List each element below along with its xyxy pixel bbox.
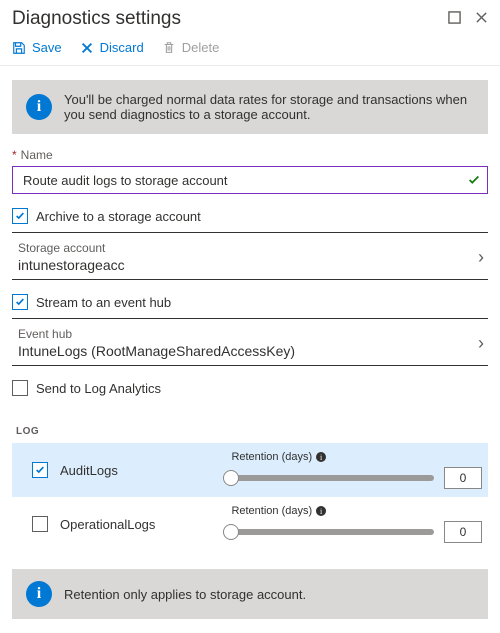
archive-storage-label: Archive to a storage account: [36, 209, 201, 224]
discard-label: Discard: [100, 40, 144, 55]
retention-label: Retention (days) i: [231, 505, 482, 517]
title-bar: Diagnostics settings: [0, 0, 500, 34]
stream-eventhub-label: Stream to an event hub: [36, 295, 171, 310]
send-loganalytics-label: Send to Log Analytics: [36, 381, 161, 396]
stream-eventhub-row: Stream to an event hub: [12, 294, 488, 310]
diagnostics-settings-blade: Diagnostics settings Save Discard Delete…: [0, 0, 500, 619]
delete-icon: [162, 41, 176, 55]
info-icon: i: [26, 94, 52, 120]
retention-slider-operationallogs[interactable]: [231, 529, 434, 535]
eventhub-value: IntuneLogs (RootManageSharedAccessKey): [18, 343, 295, 359]
stream-eventhub-checkbox[interactable]: [12, 294, 28, 310]
name-label: *Name: [12, 148, 488, 162]
log-operationallogs-name: OperationalLogs: [60, 517, 155, 532]
send-loganalytics-row: Send to Log Analytics: [12, 380, 488, 396]
discard-button[interactable]: Discard: [80, 40, 144, 55]
slider-thumb[interactable]: [223, 470, 239, 486]
storage-account-picker[interactable]: Storage account intunestorageacc ›: [12, 233, 488, 280]
archive-storage-checkbox[interactable]: [12, 208, 28, 224]
close-icon[interactable]: [475, 11, 488, 27]
window-controls: [448, 11, 488, 27]
log-auditlogs-name: AuditLogs: [60, 463, 118, 478]
log-auditlogs-checkbox[interactable]: [32, 462, 48, 478]
discard-icon: [80, 41, 94, 55]
info-tooltip-icon[interactable]: i: [316, 506, 326, 516]
retention-banner-text: Retention only applies to storage accoun…: [64, 587, 306, 602]
slider-thumb[interactable]: [223, 524, 239, 540]
validation-check-icon: [467, 173, 481, 187]
save-icon: [12, 41, 26, 55]
name-input-wrap[interactable]: [12, 166, 488, 194]
info-banner-storage-charge: i You'll be charged normal data rates fo…: [12, 80, 488, 134]
page-title: Diagnostics settings: [12, 8, 181, 30]
retention-value-auditlogs[interactable]: 0: [444, 467, 482, 489]
log-operationallogs-checkbox[interactable]: [32, 516, 48, 532]
info-tooltip-icon[interactable]: i: [316, 452, 326, 462]
delete-button[interactable]: Delete: [162, 40, 220, 55]
required-mark: *: [12, 148, 17, 162]
name-input[interactable]: [21, 172, 467, 189]
storage-account-label: Storage account: [18, 241, 125, 255]
retention-label: Retention (days) i: [231, 451, 482, 463]
form-body: *Name Archive to a storage account Stora…: [0, 148, 500, 551]
eventhub-label: Event hub: [18, 327, 295, 341]
storage-account-value: intunestorageacc: [18, 257, 125, 273]
log-section-heading: LOG: [16, 426, 488, 437]
command-bar: Save Discard Delete: [0, 34, 500, 66]
log-row-operationallogs: OperationalLogs Retention (days) i 0: [12, 497, 488, 551]
eventhub-picker[interactable]: Event hub IntuneLogs (RootManageSharedAc…: [12, 319, 488, 366]
save-label: Save: [32, 40, 62, 55]
retention-value-operationallogs[interactable]: 0: [444, 521, 482, 543]
maximize-icon[interactable]: [448, 11, 461, 27]
info-icon: i: [26, 581, 52, 607]
retention-slider-auditlogs[interactable]: [231, 475, 434, 481]
log-row-auditlogs: AuditLogs Retention (days) i 0: [12, 443, 488, 497]
info-banner-text: You'll be charged normal data rates for …: [64, 92, 474, 122]
chevron-right-icon: ›: [478, 247, 484, 268]
send-loganalytics-checkbox[interactable]: [12, 380, 28, 396]
save-button[interactable]: Save: [12, 40, 62, 55]
delete-label: Delete: [182, 40, 220, 55]
chevron-right-icon: ›: [478, 333, 484, 354]
info-banner-retention: i Retention only applies to storage acco…: [12, 569, 488, 619]
archive-storage-row: Archive to a storage account: [12, 208, 488, 224]
